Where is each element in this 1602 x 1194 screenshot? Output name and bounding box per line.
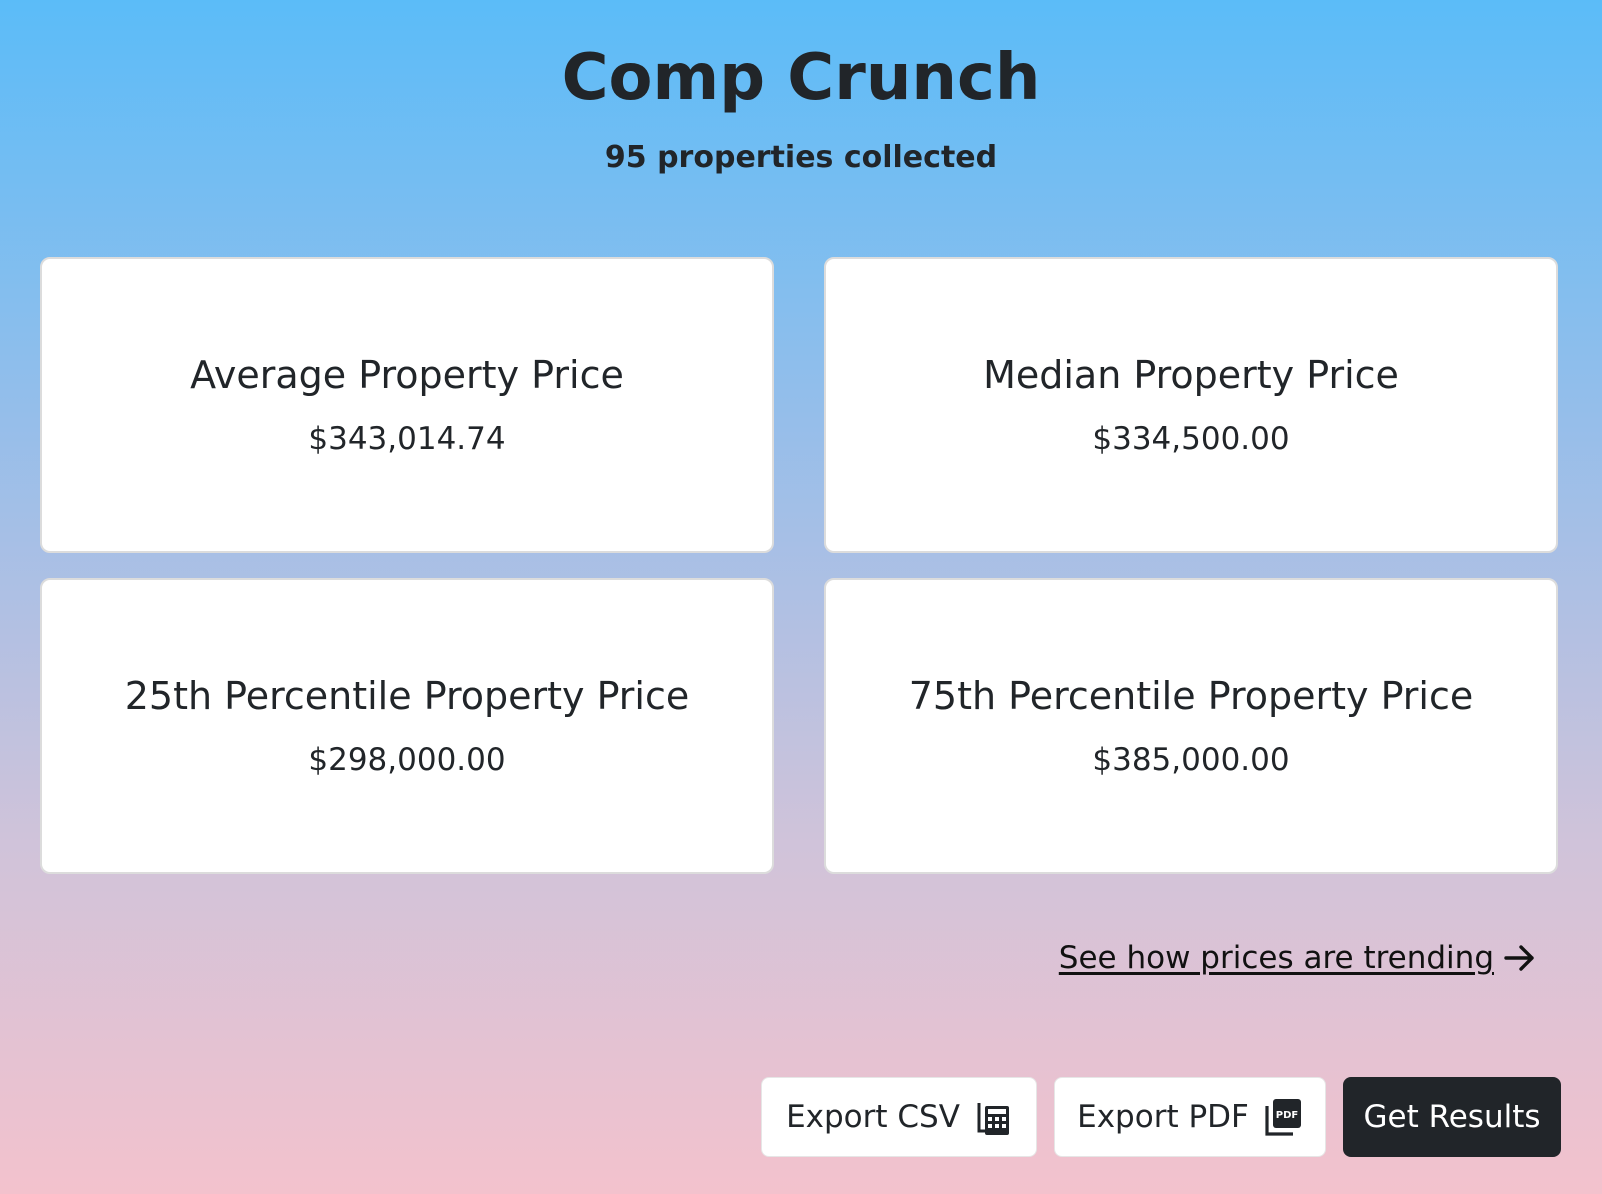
stat-value: $334,500.00 [1092,421,1290,457]
stat-label: Median Property Price [983,353,1399,397]
stat-value: $343,014.74 [308,421,506,457]
stat-value: $385,000.00 [1092,742,1290,778]
export-csv-label: Export CSV [786,1099,960,1135]
svg-text:PDF: PDF [1276,1110,1298,1121]
stat-value: $298,000.00 [308,742,506,778]
stat-label: 25th Percentile Property Price [124,674,690,718]
pdf-file-icon: PDF [1263,1096,1303,1138]
price-trend-link-label: See how prices are trending [1058,940,1494,976]
get-results-label: Get Results [1363,1099,1541,1135]
export-pdf-button[interactable]: Export PDF PDF [1054,1077,1326,1157]
arrow-right-icon [1502,940,1538,976]
stat-label: 75th Percentile Property Price [908,674,1474,718]
spreadsheet-icon [974,1097,1012,1137]
stat-card-median: Median Property Price $334,500.00 [824,257,1558,553]
stat-card-average: Average Property Price $343,014.74 [40,257,774,553]
export-csv-button[interactable]: Export CSV [761,1077,1037,1157]
stat-card-75th-percentile: 75th Percentile Property Price $385,000.… [824,578,1558,874]
action-bar: Export CSV Export PDF PDF Get Results [761,1077,1561,1157]
price-trend-link[interactable]: See how prices are trending [1059,938,1538,978]
properties-count: 95 properties collected [604,140,998,175]
get-results-button[interactable]: Get Results [1343,1077,1561,1157]
stat-card-25th-percentile: 25th Percentile Property Price $298,000.… [40,578,774,874]
export-pdf-label: Export PDF [1077,1099,1249,1135]
stat-label: Average Property Price [190,353,624,397]
page-title: Comp Crunch [561,41,1041,115]
